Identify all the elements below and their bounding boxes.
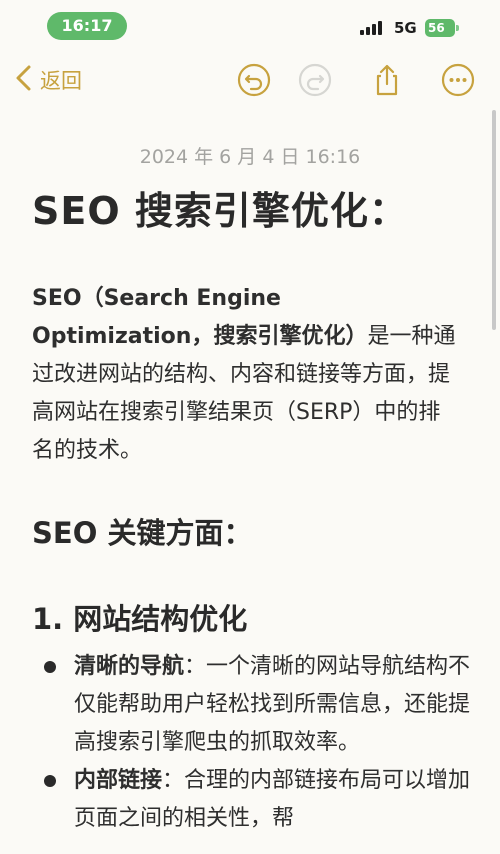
share-icon[interactable] [369, 62, 405, 98]
section-heading[interactable]: SEO 关键方面： [32, 510, 252, 552]
list-item-term: 内部链接 [74, 768, 163, 793]
intro-term: SEO（Search Engine Optimization，搜索引擎优化） [32, 286, 368, 349]
back-label: 返回 [40, 69, 82, 93]
list-item[interactable]: 内部链接：合理的内部链接布局可以增加页面之间的相关性，帮 [32, 762, 472, 838]
signal-icon [360, 21, 386, 35]
back-button[interactable]: 返回 [12, 62, 82, 98]
battery-icon: 56 [425, 19, 459, 37]
list-item-term: 清晰的导航 [74, 654, 185, 679]
battery-level: 56 [428, 21, 445, 35]
status-time: 16:17 [47, 12, 127, 40]
list-item-separator: ： [184, 654, 207, 679]
more-icon[interactable] [440, 62, 476, 98]
note-title[interactable]: SEO 搜索引擎优化： [32, 180, 408, 235]
list-item[interactable]: 清晰的导航：一个清晰的网站导航结构不仅能帮助用户轻松找到所需信息，还能提高搜索引… [32, 648, 472, 762]
bullet-list: 清晰的导航：一个清晰的网站导航结构不仅能帮助用户轻松找到所需信息，还能提高搜索引… [32, 648, 472, 838]
bullet-icon [44, 661, 56, 673]
bullet-icon [44, 775, 56, 787]
note-timestamp: 2024 年 6 月 4 日 16:16 [139, 146, 361, 168]
chevron-left-icon [12, 64, 36, 96]
undo-icon[interactable] [236, 62, 272, 98]
intro-paragraph[interactable]: SEO（Search Engine Optimization，搜索引擎优化）是一… [32, 280, 462, 470]
subsection-heading[interactable]: 1. 网站结构优化 [32, 596, 247, 638]
network-label: 5G [394, 19, 417, 37]
list-item-separator: ： [162, 768, 185, 793]
redo-icon[interactable] [297, 62, 333, 98]
